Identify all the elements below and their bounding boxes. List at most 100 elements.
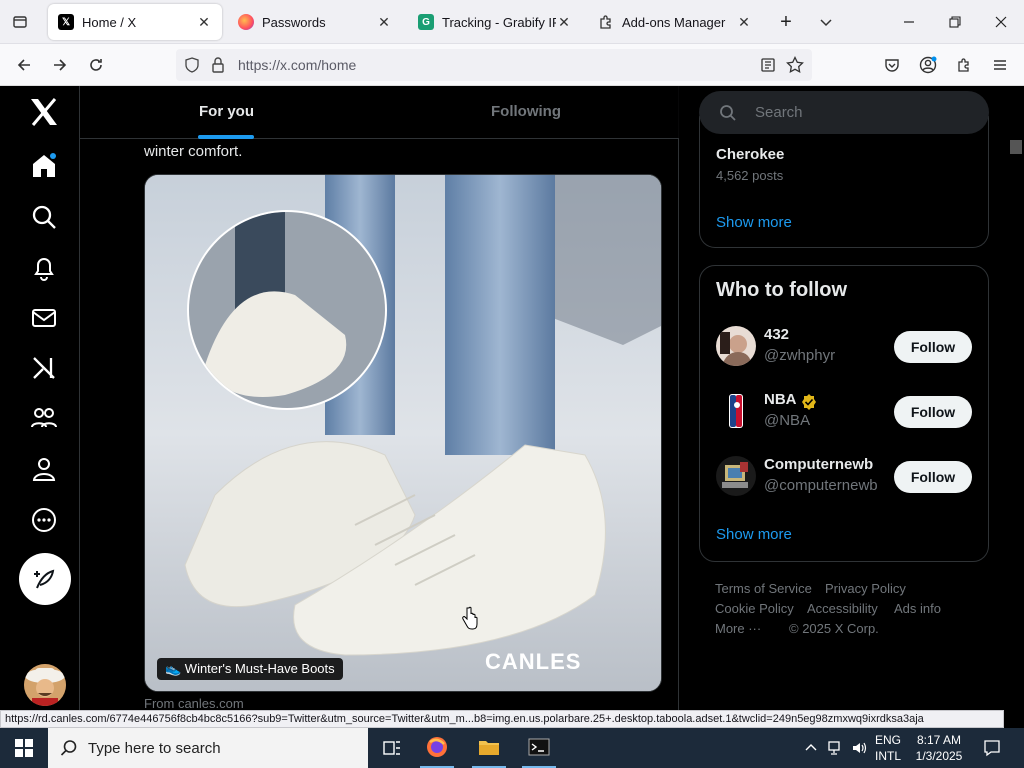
restore-window-icon[interactable] xyxy=(940,8,970,36)
close-tab-icon[interactable]: ✕ xyxy=(196,14,212,31)
follow-suggestion-row[interactable]: NBA @NBA Follow xyxy=(716,391,974,435)
extensions-icon[interactable] xyxy=(950,52,978,78)
x-page: winter comfort. 👟 Winter's Must-Have Boo… xyxy=(0,86,1024,712)
language-indicator[interactable]: ENG INTL xyxy=(872,732,904,764)
firefox-icon xyxy=(238,14,254,30)
notifications-bell-icon[interactable] xyxy=(22,246,66,290)
taskbar-search-input[interactable]: Type here to search xyxy=(48,728,368,768)
close-tab-icon[interactable]: ✕ xyxy=(556,14,572,31)
windows-start-icon[interactable] xyxy=(6,728,42,768)
close-window-icon[interactable] xyxy=(986,8,1016,36)
ad-source-text[interactable]: From canles.com xyxy=(144,696,244,711)
reload-icon[interactable] xyxy=(82,52,110,78)
firefox-taskbar-icon[interactable] xyxy=(420,728,454,768)
file-explorer-icon[interactable] xyxy=(472,728,506,768)
scrollbar-thumb[interactable] xyxy=(1010,140,1022,154)
forward-arrow-icon[interactable] xyxy=(46,52,74,78)
reader-view-icon[interactable] xyxy=(760,57,776,78)
account-name[interactable]: NBA xyxy=(764,391,797,408)
tray-chevron-up-icon[interactable] xyxy=(800,728,822,768)
cookie-policy-link[interactable]: Cookie Policy xyxy=(715,601,794,616)
network-icon[interactable] xyxy=(824,728,846,768)
tab-addons-manager[interactable]: Add-ons Manager ✕ xyxy=(588,4,762,40)
new-tab-plus-icon[interactable]: + xyxy=(772,10,800,34)
compose-post-button[interactable] xyxy=(19,553,71,605)
terminal-icon[interactable] xyxy=(522,728,556,768)
x-logo-icon: 𝕏 xyxy=(58,14,74,30)
lock-icon[interactable] xyxy=(210,56,226,79)
right-sidebar: Cherokee 4,562 posts Show more Search Wh… xyxy=(679,86,1024,712)
address-bar[interactable]: https://x.com/home xyxy=(176,49,812,81)
boots-photo xyxy=(145,175,661,691)
ad-media-image[interactable]: 👟 Winter's Must-Have Boots CANLES xyxy=(144,174,662,692)
trends-show-more-link[interactable]: Show more xyxy=(716,214,792,231)
follow-button[interactable]: Follow xyxy=(894,461,972,493)
trend-name[interactable]: Cherokee xyxy=(716,146,784,163)
account-avatar[interactable] xyxy=(716,326,756,366)
grok-icon[interactable] xyxy=(22,346,66,390)
clock-time: 8:17 AM xyxy=(916,733,962,747)
terms-link[interactable]: Terms of Service xyxy=(715,581,812,596)
x-logo-icon[interactable] xyxy=(22,90,66,134)
ads-info-link[interactable]: Ads info xyxy=(894,601,941,616)
close-tab-icon[interactable]: ✕ xyxy=(736,14,752,31)
volume-icon[interactable] xyxy=(848,728,870,768)
home-icon[interactable] xyxy=(22,144,66,188)
account-handle: @zwhphyr xyxy=(764,347,836,364)
back-arrow-icon[interactable] xyxy=(10,52,38,78)
system-clock[interactable]: 8:17 AM 1/3/2025 xyxy=(910,732,968,764)
page-scrollbar[interactable] xyxy=(1008,86,1024,712)
account-handle: @NBA xyxy=(764,412,811,429)
action-center-icon[interactable] xyxy=(978,728,1006,768)
profile-icon[interactable] xyxy=(22,447,66,491)
bookmark-star-icon[interactable] xyxy=(786,55,804,79)
follow-suggestion-row[interactable]: 432 @zwhphyr Follow xyxy=(716,326,974,370)
task-view-icon[interactable] xyxy=(374,728,410,768)
feed-tabs: For you Following xyxy=(80,86,679,139)
user-avatar[interactable] xyxy=(24,664,66,706)
keyboard-layout: INTL xyxy=(874,749,901,763)
tab-list-icon[interactable] xyxy=(6,10,34,34)
privacy-link[interactable]: Privacy Policy xyxy=(825,581,906,596)
tab-for-you[interactable]: For you xyxy=(199,103,254,120)
communities-icon[interactable] xyxy=(22,396,66,440)
search-icon xyxy=(60,739,78,762)
tab-title: Add-ons Manager xyxy=(622,14,726,30)
post-text: winter comfort. xyxy=(144,143,243,160)
pocket-icon[interactable] xyxy=(878,52,906,78)
follow-suggestion-row[interactable]: Computernewb @computernewb Follow xyxy=(716,456,974,500)
follow-button[interactable]: Follow xyxy=(894,396,972,428)
tab-grabify[interactable]: G Tracking - Grabify IP Lo ✕ xyxy=(408,4,582,40)
browser-tab-bar: 𝕏 Home / X ✕ Passwords ✕ G Tracking - Gr… xyxy=(0,0,1024,44)
tab-following[interactable]: Following xyxy=(491,103,561,120)
url-text[interactable]: https://x.com/home xyxy=(238,57,356,73)
who-to-follow-show-more-link[interactable]: Show more xyxy=(716,526,792,543)
shield-icon[interactable] xyxy=(184,57,200,78)
more-link[interactable]: More ··· xyxy=(715,621,761,636)
link-status-bar: https://rd.canles.com/6774e446756f8cb4bc… xyxy=(0,710,1004,728)
account-icon[interactable] xyxy=(914,52,942,78)
search-icon[interactable] xyxy=(22,195,66,239)
search-input[interactable]: Search xyxy=(699,91,989,134)
grabify-g-icon: G xyxy=(418,14,434,30)
account-name[interactable]: Computernewb xyxy=(764,456,873,473)
ad-caption-label: 👟 Winter's Must-Have Boots xyxy=(157,658,343,680)
copyright-text: © 2025 X Corp. xyxy=(789,621,879,636)
more-circle-icon[interactable] xyxy=(22,498,66,542)
minimize-window-icon[interactable] xyxy=(894,8,924,36)
tab-home-x[interactable]: 𝕏 Home / X ✕ xyxy=(48,4,222,40)
accessibility-link[interactable]: Accessibility xyxy=(807,601,878,616)
windows-taskbar: Type here to search ENG INTL 8:17 AM 1/3… xyxy=(0,728,1024,768)
account-avatar[interactable] xyxy=(716,456,756,496)
hamburger-menu-icon[interactable] xyxy=(986,52,1014,78)
active-tab-indicator xyxy=(198,135,254,139)
close-tab-icon[interactable]: ✕ xyxy=(376,14,392,31)
messages-envelope-icon[interactable] xyxy=(22,296,66,340)
account-name[interactable]: 432 xyxy=(764,326,789,343)
tab-passwords[interactable]: Passwords ✕ xyxy=(228,4,402,40)
search-placeholder: Search xyxy=(755,104,803,121)
tab-overflow-chevron-icon[interactable] xyxy=(812,10,840,34)
follow-button[interactable]: Follow xyxy=(894,331,972,363)
nba-logo-avatar[interactable] xyxy=(716,391,756,431)
clock-date: 1/3/2025 xyxy=(915,749,963,763)
